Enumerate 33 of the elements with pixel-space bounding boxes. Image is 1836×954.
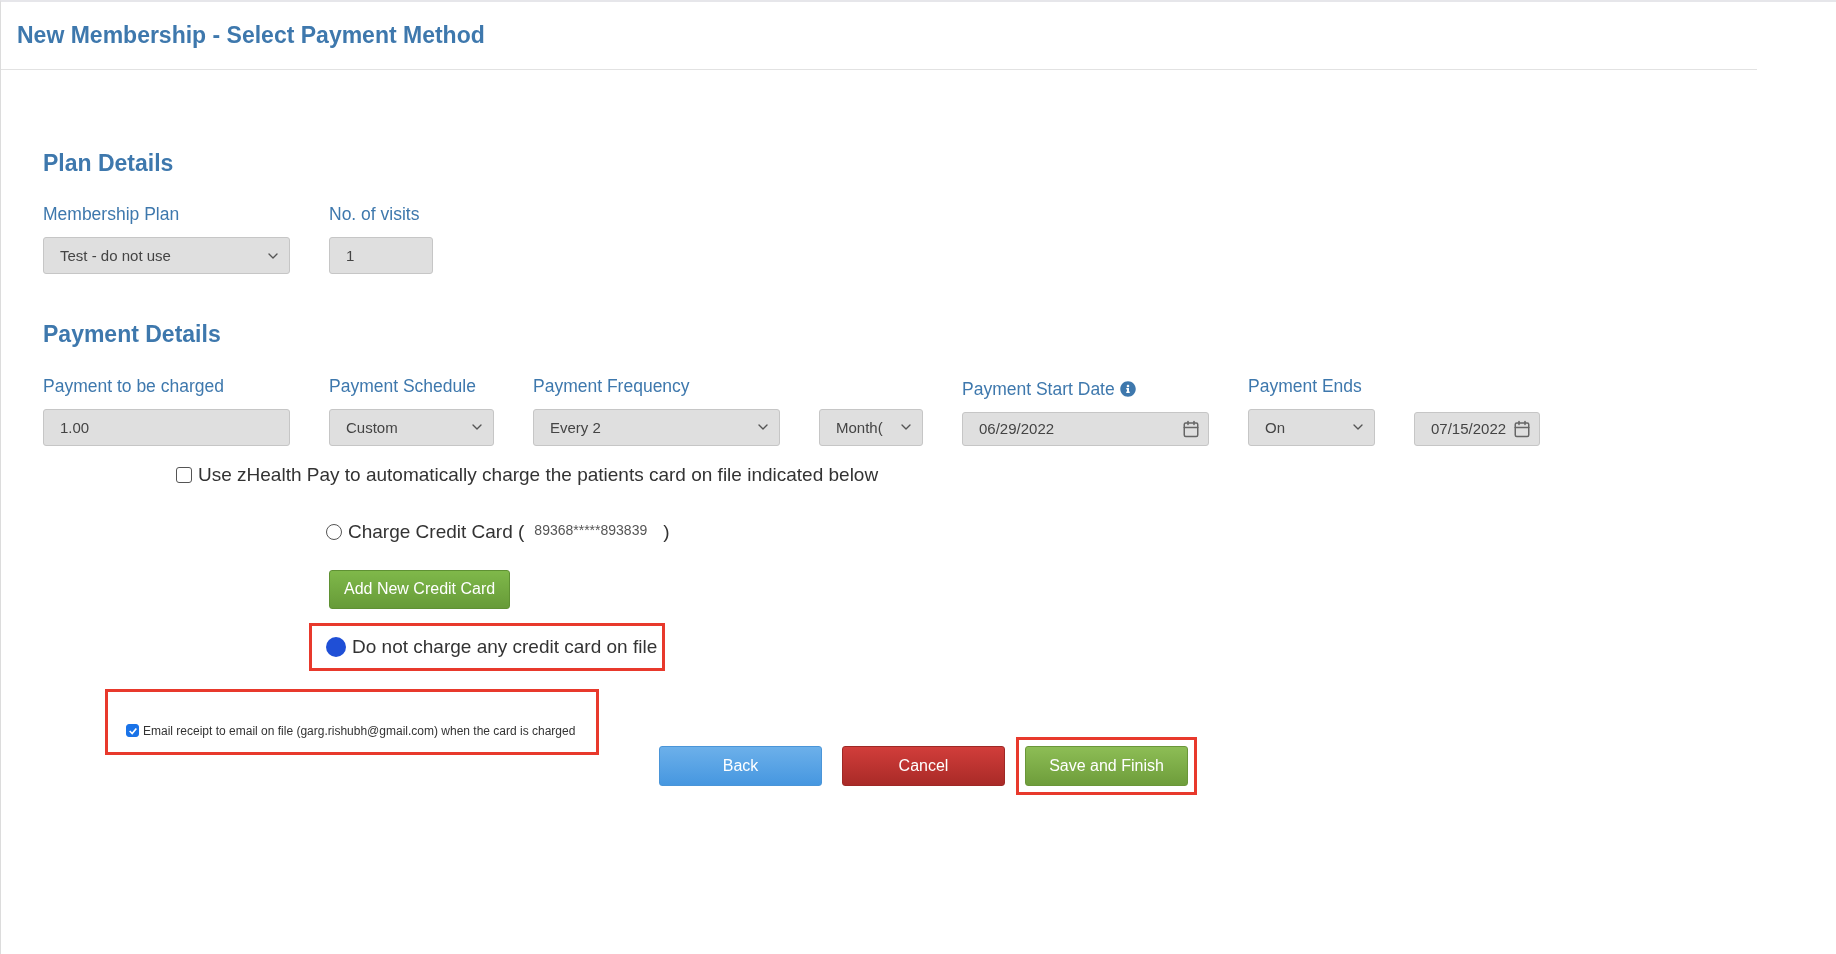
select-field[interactable]: Month( [819, 408, 923, 446]
field-label: Membership Plan [43, 204, 180, 225]
input-field[interactable]: 1.00 [43, 408, 290, 446]
radio-button[interactable] [326, 636, 346, 657]
radio-label: Do not charge any credit card on file [352, 635, 658, 658]
section-heading: Plan Details [43, 151, 175, 177]
field-label: Payment Start Date [962, 378, 1115, 399]
calendar-icon [1182, 419, 1200, 438]
date-field[interactable]: 07/15/2022 [1414, 411, 1540, 446]
checkbox[interactable] [126, 724, 139, 738]
radio-label: Charge Credit Card ( [348, 520, 525, 543]
card-number: 89368*****893839 [534, 521, 648, 538]
parenthesis: ) [663, 520, 670, 543]
checkbox-label: Email receipt to email on file (garg.rishubh@gmail.com) when the card is charged [143, 723, 576, 738]
checkbox[interactable] [176, 466, 192, 483]
section-heading: Payment Details [43, 322, 222, 348]
select-field[interactable]: Test - do not use [43, 237, 290, 275]
select-field[interactable]: Every 2 [533, 408, 780, 446]
field-label: Payment Frequency [533, 375, 690, 396]
field-label: Payment to be charged [43, 375, 224, 396]
input-field[interactable]: 1 [329, 237, 433, 275]
field-label: Payment Schedule [329, 375, 476, 396]
date-field[interactable]: 06/29/2022 [962, 411, 1209, 446]
field-label: No. of visits [329, 204, 420, 225]
select-field[interactable]: Custom [329, 408, 494, 446]
calendar-icon [1513, 419, 1531, 438]
info-icon[interactable] [1119, 380, 1136, 397]
radio-button[interactable] [326, 523, 342, 540]
page-title: New Membership - Select Payment Method [17, 22, 485, 49]
field-label: Payment Ends [1248, 375, 1362, 396]
cancel-button[interactable]: Cancel [842, 745, 1005, 786]
checkbox-label: Use zHealth Pay to automatically charge the patients card on file indicated below [198, 463, 879, 486]
select-field[interactable]: On [1248, 408, 1375, 446]
